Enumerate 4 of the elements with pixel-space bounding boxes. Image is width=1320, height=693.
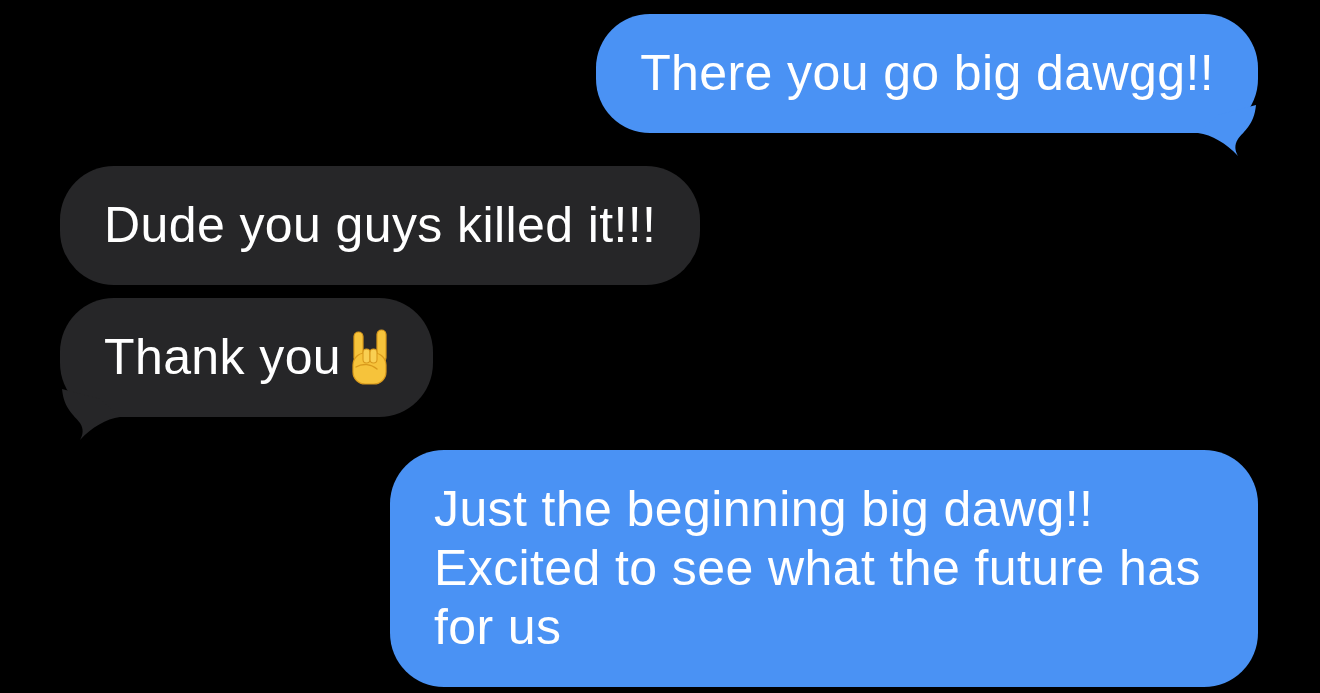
message-text: Dude you guys killed it!!!: [104, 197, 657, 253]
message-text: Thank you: [104, 329, 342, 385]
message-text: There you go big dawgg!!: [640, 45, 1214, 101]
message-text: Just the beginning big dawg!! Excited to see what the future has for us: [434, 481, 1201, 655]
